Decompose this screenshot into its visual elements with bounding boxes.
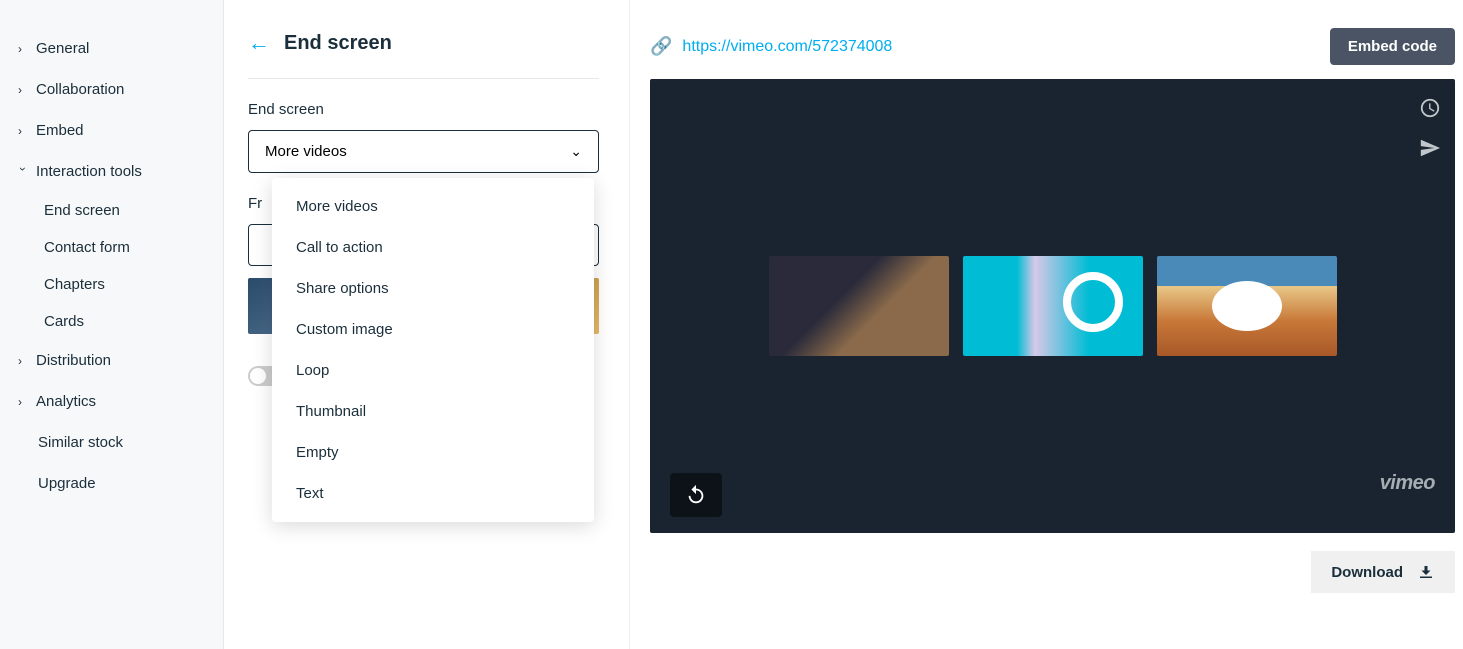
sidebar-item-similar-stock[interactable]: Similar stock <box>0 422 223 463</box>
sidebar-item-embed[interactable]: › Embed <box>0 110 223 151</box>
dropdown-option-empty[interactable]: Empty <box>272 432 594 473</box>
sidebar-item-label: Analytics <box>36 393 96 410</box>
sidebar-item-general[interactable]: › General <box>0 28 223 69</box>
sidebar-item-collaboration[interactable]: › Collaboration <box>0 69 223 110</box>
end-screen-select[interactable]: More videos ⌄ <box>248 130 599 173</box>
chevron-right-icon: › <box>18 124 28 138</box>
dropdown-option-thumbnail[interactable]: Thumbnail <box>272 391 594 432</box>
end-screen-suggestions <box>769 256 1337 356</box>
sidebar-sub-end-screen[interactable]: End screen <box>0 192 223 229</box>
sidebar-item-label: Distribution <box>36 352 111 369</box>
vimeo-logo[interactable]: vimeo <box>1380 472 1435 495</box>
end-screen-dropdown: More videos Call to action Share options… <box>272 178 594 522</box>
video-player[interactable]: vimeo <box>650 79 1455 533</box>
sidebar-item-interaction-tools[interactable]: › Interaction tools <box>0 151 223 192</box>
sidebar-item-upgrade[interactable]: Upgrade <box>0 463 223 504</box>
end-screen-label: End screen <box>248 101 599 118</box>
sidebar-sub-cards[interactable]: Cards <box>0 303 223 340</box>
sidebar-item-distribution[interactable]: › Distribution <box>0 340 223 381</box>
dropdown-option-loop[interactable]: Loop <box>272 350 594 391</box>
download-icon <box>1417 563 1435 581</box>
chevron-down-icon: ⌄ <box>570 143 582 160</box>
suggested-video-1[interactable] <box>769 256 949 356</box>
chevron-right-icon: › <box>18 83 28 97</box>
download-label: Download <box>1331 564 1403 581</box>
dropdown-option-more-videos[interactable]: More videos <box>272 186 594 227</box>
select-value: More videos <box>265 143 347 160</box>
suggested-video-2[interactable] <box>963 256 1143 356</box>
share-icon[interactable] <box>1419 137 1441 159</box>
sidebar-item-label: General <box>36 40 89 57</box>
preview-panel: 🔗 https://vimeo.com/572374008 Embed code… <box>630 0 1463 649</box>
sidebar-item-label: Collaboration <box>36 81 124 98</box>
panel-header: ← End screen <box>248 30 599 79</box>
replay-button[interactable] <box>670 473 722 517</box>
sidebar: › General › Collaboration › Embed › Inte… <box>0 0 224 649</box>
dropdown-option-share-options[interactable]: Share options <box>272 268 594 309</box>
watch-later-icon[interactable] <box>1419 97 1441 119</box>
dropdown-option-call-to-action[interactable]: Call to action <box>272 227 594 268</box>
embed-code-button[interactable]: Embed code <box>1330 28 1455 65</box>
url-row: 🔗 https://vimeo.com/572374008 Embed code <box>650 0 1455 79</box>
dropdown-option-text[interactable]: Text <box>272 473 594 514</box>
player-side-icons <box>1419 97 1441 159</box>
download-row: Download <box>650 551 1455 593</box>
download-button[interactable]: Download <box>1311 551 1455 593</box>
sidebar-sub-chapters[interactable]: Chapters <box>0 266 223 303</box>
chevron-down-icon: › <box>16 167 30 177</box>
video-url-link[interactable]: https://vimeo.com/572374008 <box>682 38 892 56</box>
link-icon: 🔗 <box>650 36 672 57</box>
sidebar-item-label: Interaction tools <box>36 163 142 180</box>
suggested-video-3[interactable] <box>1157 256 1337 356</box>
sidebar-item-label: Embed <box>36 122 84 139</box>
sidebar-sub-contact-form[interactable]: Contact form <box>0 229 223 266</box>
chevron-right-icon: › <box>18 354 28 368</box>
chevron-right-icon: › <box>18 42 28 56</box>
url-left: 🔗 https://vimeo.com/572374008 <box>650 36 892 57</box>
dropdown-option-custom-image[interactable]: Custom image <box>272 309 594 350</box>
back-arrow-icon[interactable]: ← <box>248 30 270 56</box>
panel-title: End screen <box>284 32 392 55</box>
replay-icon <box>685 484 707 506</box>
chevron-right-icon: › <box>18 395 28 409</box>
sidebar-item-analytics[interactable]: › Analytics <box>0 381 223 422</box>
